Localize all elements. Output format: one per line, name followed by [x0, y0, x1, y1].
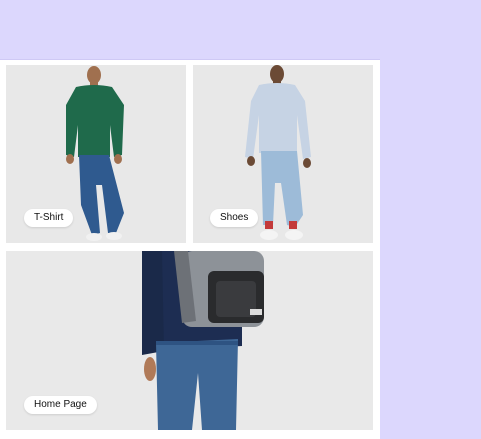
- category-card-home-page[interactable]: Home Page: [6, 251, 373, 430]
- category-label-tshirt[interactable]: T-Shirt: [24, 209, 74, 227]
- category-panel: T-Shirt Shoes Home Page: [0, 59, 380, 439]
- category-card-shoes[interactable]: Shoes: [193, 65, 373, 243]
- category-card-tshirt[interactable]: T-Shirt: [6, 65, 186, 243]
- category-label-shoes[interactable]: Shoes: [210, 209, 259, 227]
- category-label-home-page[interactable]: Home Page: [24, 396, 97, 414]
